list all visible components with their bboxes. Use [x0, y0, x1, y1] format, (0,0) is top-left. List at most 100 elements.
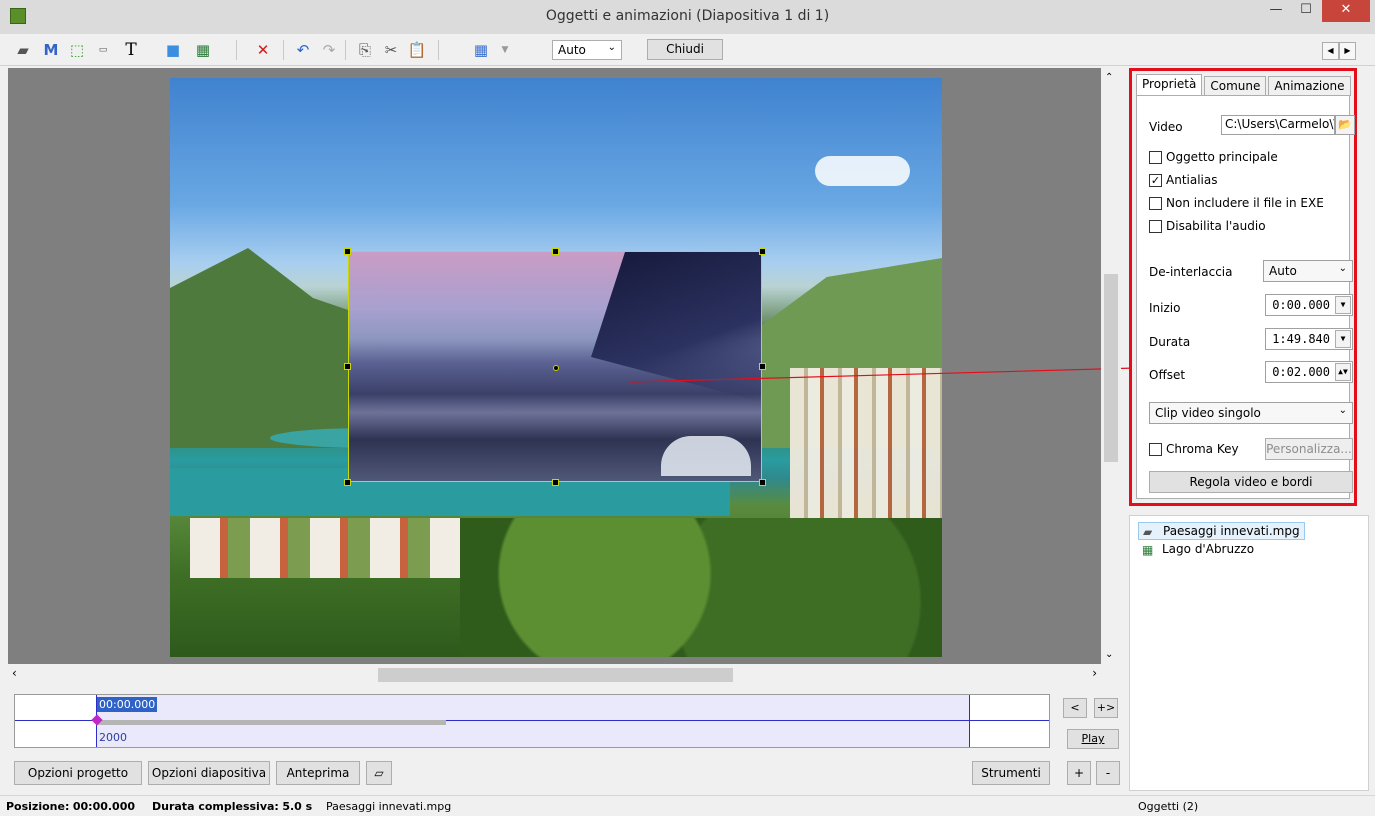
scroll-down-icon[interactable]: ⌄	[1105, 649, 1113, 660]
add-video-icon[interactable]: ▰	[12, 39, 34, 61]
properties-tab-body: Video C:\Users\Carmelo\\ 📂 Oggetto princ…	[1136, 95, 1355, 499]
add-mask-icon[interactable]: M	[40, 39, 62, 61]
deinterlace-label: De-interlaccia	[1149, 265, 1233, 279]
customize-button[interactable]: Personalizza...	[1265, 438, 1353, 460]
chevron-right-icon[interactable]: ▶	[1339, 42, 1356, 60]
scroll-left-icon[interactable]: ‹	[12, 666, 17, 680]
redo-icon[interactable]: ↷	[318, 39, 340, 61]
add-image-icon[interactable]: ▦	[192, 39, 214, 61]
resize-handle-bottom-left[interactable]	[344, 479, 351, 486]
preview-button[interactable]: Anteprima	[276, 761, 360, 785]
copy-icon[interactable]: ⎘	[354, 39, 376, 61]
antialias-checkbox[interactable]: ✓	[1149, 174, 1162, 187]
paste-icon[interactable]: 📋	[406, 39, 428, 61]
current-file-status: Paesaggi innevati.mpg	[326, 800, 452, 813]
scroll-right-icon[interactable]: ›	[1092, 666, 1097, 680]
maximize-button[interactable]: ☐	[1292, 0, 1320, 22]
add-frame-icon[interactable]: ⬚	[66, 39, 88, 61]
timeline-marker-label: 2000	[99, 731, 127, 744]
chevron-down-icon: ⌄	[607, 42, 616, 53]
window-title: Oggetti e animazioni (Diapositiva 1 di 1…	[545, 8, 830, 24]
status-bar: Posizione: 00:00.000 Durata complessiva:…	[0, 795, 1375, 816]
slide-options-button[interactable]: Opzioni diapositiva	[148, 761, 270, 785]
prev-keyframe-button[interactable]: <	[1063, 698, 1087, 718]
antialias-label: Antialias	[1166, 173, 1218, 187]
add-keyframe-button[interactable]: +	[1067, 761, 1091, 785]
total-duration-status: Durata complessiva: 5.0 s	[152, 800, 313, 813]
clip-mode-select[interactable]: Clip video singolo ⌄	[1149, 402, 1353, 424]
add-button-icon[interactable]: ▭	[92, 39, 114, 61]
resize-handle-top-right[interactable]	[759, 248, 766, 255]
objects-count-status: Oggetti (2)	[1138, 800, 1199, 813]
timeline[interactable]: 00:00.000 2000	[14, 694, 1050, 748]
minimize-button[interactable]: —	[1262, 0, 1290, 22]
chevron-down-icon[interactable]: ▼	[1335, 296, 1351, 314]
chroma-key-label: Chroma Key	[1166, 442, 1239, 456]
offset-label: Offset	[1149, 368, 1186, 382]
list-item[interactable]: ▰ Paesaggi innevati.mpg	[1138, 522, 1305, 540]
panel-nav-arrows: ◀ ▶	[1322, 42, 1356, 60]
video-icon: ▰	[1143, 525, 1153, 539]
video-path-field[interactable]: C:\Users\Carmelo\\	[1221, 115, 1335, 135]
undo-icon[interactable]: ↶	[292, 39, 314, 61]
grid-dropdown-icon[interactable]: ▼	[494, 39, 516, 61]
scroll-up-icon[interactable]: ⌃	[1105, 72, 1113, 83]
play-button[interactable]: Play	[1067, 729, 1119, 749]
add-rectangle-icon[interactable]: ■	[162, 39, 184, 61]
spinner-icon[interactable]: ▲▼	[1335, 363, 1351, 381]
chevron-down-icon[interactable]: ▼	[1335, 330, 1351, 348]
center-point[interactable]	[553, 365, 559, 371]
video-label: Video	[1149, 120, 1183, 134]
adjust-video-button[interactable]: Regola video e bordi	[1149, 471, 1353, 493]
timeline-object-bar[interactable]	[96, 720, 446, 725]
duration-label: Durata	[1149, 335, 1191, 349]
object-list: ▰ Paesaggi innevati.mpg ▦ Lago d'Abruzzo	[1129, 515, 1369, 791]
close-button[interactable]: Chiudi	[647, 39, 723, 60]
properties-panel: Proprietà Comune Animazione Video C:\Use…	[1129, 68, 1357, 506]
close-window-button[interactable]: ✕	[1322, 0, 1370, 22]
add-text-icon[interactable]: T	[120, 39, 142, 61]
tab-properties[interactable]: Proprietà	[1136, 74, 1203, 96]
chevron-left-icon[interactable]: ◀	[1322, 42, 1339, 60]
offset-field[interactable]: 0:02.000 ▲▼	[1265, 361, 1353, 383]
resize-handle-bottom[interactable]	[552, 479, 559, 486]
disable-audio-label: Disabilita l'audio	[1166, 219, 1266, 233]
zoom-select[interactable]: Auto ⌄	[552, 40, 622, 60]
toolbar: ▰ M ⬚ ▭ T ■ ▦ ✕ ↶ ↷ ⎘ ✂ 📋 ▦ ▼ Auto ⌄ Chi…	[0, 34, 1375, 66]
resize-handle-bottom-right[interactable]	[759, 479, 766, 486]
delete-icon[interactable]: ✕	[252, 39, 274, 61]
start-time-field[interactable]: 0:00.000 ▼	[1265, 294, 1353, 316]
disable-audio-checkbox[interactable]	[1149, 220, 1162, 233]
position-status: Posizione: 00:00.000	[6, 800, 136, 813]
next-keyframe-button[interactable]: +>	[1094, 698, 1118, 718]
fullscreen-preview-icon[interactable]: ▱	[366, 761, 392, 785]
title-bar: Oggetti e animazioni (Diapositiva 1 di 1…	[0, 0, 1375, 34]
timeline-time: 00:00.000	[97, 697, 158, 712]
start-label: Inizio	[1149, 301, 1181, 315]
open-folder-icon[interactable]: 📂	[1335, 115, 1355, 135]
tools-button[interactable]: Strumenti	[972, 761, 1050, 785]
main-object-checkbox[interactable]	[1149, 151, 1162, 164]
resize-handle-left[interactable]	[344, 363, 351, 370]
chroma-key-checkbox[interactable]	[1149, 443, 1162, 456]
tab-common[interactable]: Comune	[1204, 76, 1267, 96]
project-options-button[interactable]: Opzioni progetto	[14, 761, 142, 785]
vertical-scrollbar[interactable]: ⌃ ⌄	[1101, 68, 1121, 664]
remove-keyframe-button[interactable]: -	[1096, 761, 1120, 785]
annotation-connector-line	[629, 367, 1137, 383]
grid-icon[interactable]: ▦	[470, 39, 492, 61]
cut-icon[interactable]: ✂	[380, 39, 402, 61]
list-item[interactable]: ▦ Lago d'Abruzzo	[1138, 541, 1258, 559]
image-icon: ▦	[1142, 543, 1154, 557]
exclude-exe-checkbox[interactable]	[1149, 197, 1162, 210]
panel-tabs: Proprietà Comune Animazione	[1136, 74, 1353, 96]
tab-animation[interactable]: Animazione	[1268, 76, 1351, 96]
duration-field[interactable]: 1:49.840 ▼	[1265, 328, 1353, 350]
deinterlace-select[interactable]: Auto ⌄	[1263, 260, 1353, 282]
resize-handle-top-left[interactable]	[344, 248, 351, 255]
chevron-down-icon: ⌄	[1338, 405, 1347, 416]
chevron-down-icon: ⌄	[1338, 263, 1347, 274]
main-object-label: Oggetto principale	[1166, 150, 1278, 164]
horizontal-scrollbar[interactable]: ‹ ›	[8, 664, 1101, 686]
resize-handle-top[interactable]	[552, 248, 559, 255]
